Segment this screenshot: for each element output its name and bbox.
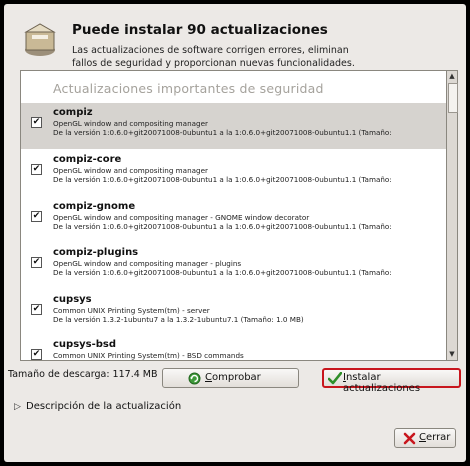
item-checkbox[interactable]: ✔ [31,257,42,268]
refresh-icon [188,372,201,385]
item-version: De la versión 1:0.6.0+git20071008-0ubunt… [53,175,392,184]
item-summary: OpenGL window and compositing manager - … [53,213,310,222]
close-button[interactable]: Cerrar [394,428,456,448]
close-x-icon [403,432,416,445]
dialog-description: Las actualizaciones de software corrigen… [72,44,392,70]
item-version: De la versión 1:0.6.0+git20071008-0ubunt… [53,222,392,231]
download-size-label: Tamaño de descarga: 117.4 MB [8,369,158,380]
scroll-down-arrow-icon[interactable]: ▼ [447,349,457,360]
check-button-label: Comprobar [205,372,261,383]
section-header: Actualizaciones importantes de seguridad [53,81,324,96]
item-summary: OpenGL window and compositing manager [53,119,208,128]
item-name: compiz-core [53,154,122,165]
expander-arrow-icon[interactable]: ▷ [14,402,21,412]
item-checkbox[interactable]: ✔ [31,164,42,175]
dialog-title: Puede instalar 90 actualizaciones [72,22,328,38]
scroll-up-arrow-icon[interactable]: ▲ [447,71,457,82]
install-updates-button[interactable]: Instalar actualizaciones [322,368,461,394]
install-button-label: Instalar actualizaciones [343,372,421,394]
item-version: De la versión 1.3.2-1ubuntu7 a la 1.3.2-… [53,315,304,324]
item-name: compiz-gnome [53,201,136,212]
item-version: De la versión 1:0.6.0+git20071008-0ubunt… [53,128,392,137]
item-checkbox[interactable]: ✔ [31,117,42,128]
item-name: cupsys [53,294,92,305]
list-item[interactable]: ✔ cupsys-bsd Common UNIX Printing System… [21,335,446,360]
description-line-2: fallos de seguridad y proporcionan nueva… [72,58,355,69]
description-line-1: Las actualizaciones de software corrigen… [72,45,349,56]
close-button-label: Cerrar [419,432,451,443]
list-item[interactable]: ✔ compiz OpenGL window and compositing m… [21,103,446,149]
item-checkbox[interactable]: ✔ [31,349,42,360]
list-item[interactable]: ✔ compiz-gnome OpenGL window and composi… [21,197,446,243]
item-summary: Common UNIX Printing System(tm) - BSD co… [53,351,244,360]
item-name: compiz [53,107,93,118]
updates-list[interactable]: Actualizaciones importantes de seguridad… [20,70,447,361]
description-expander[interactable]: Descripción de la actualización [26,401,181,412]
item-summary: OpenGL window and compositing manager - … [53,259,242,268]
item-summary: OpenGL window and compositing manager [53,166,208,175]
list-item[interactable]: ✔ compiz-core OpenGL window and composit… [21,150,446,196]
item-name: cupsys-bsd [53,339,117,350]
item-summary: Common UNIX Printing System(tm) - server [53,306,210,315]
check-button[interactable]: Comprobar [162,368,299,388]
item-checkbox[interactable]: ✔ [31,304,42,315]
scrollbar-thumb[interactable] [448,83,458,113]
list-item[interactable]: ✔ cupsys Common UNIX Printing System(tm)… [21,290,446,336]
list-scrollbar[interactable]: ▲ ▼ [446,70,458,361]
checkmark-icon [328,372,342,385]
item-version: De la versión 1:0.6.0+git20071008-0ubunt… [53,268,392,277]
software-update-icon [24,23,56,56]
item-checkbox[interactable]: ✔ [31,211,42,222]
list-item[interactable]: ✔ compiz-plugins OpenGL window and compo… [21,243,446,289]
item-name: compiz-plugins [53,247,139,258]
